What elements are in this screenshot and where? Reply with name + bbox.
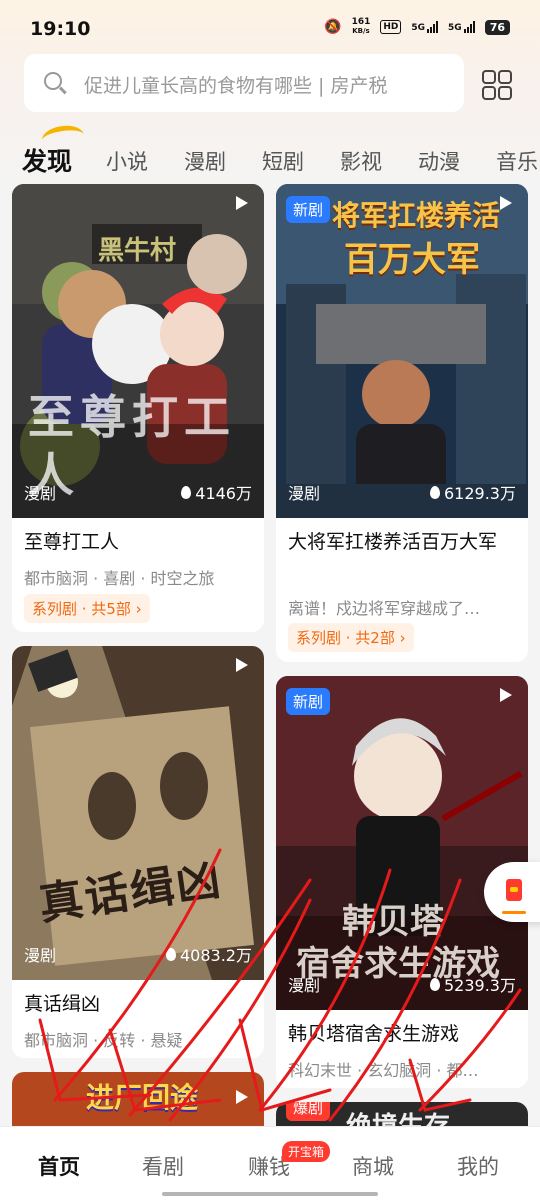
thumbnail-title-text: 进厂回途 — [86, 1081, 199, 1114]
tab-anime[interactable]: 动漫 — [418, 146, 460, 176]
view-count-value: 4083.2万 — [180, 946, 252, 965]
series-badge[interactable]: 系列剧 · 共5部 › — [24, 594, 150, 623]
thumbnail-title-line2: 百万大军 — [344, 240, 480, 280]
card-title: 大将军扛楼养活百万大军 — [288, 531, 498, 553]
new-badge: 新剧 — [286, 196, 331, 223]
card-title: 至尊打工人 — [24, 531, 120, 553]
tab-music[interactable]: 音乐 — [496, 146, 538, 176]
flame-icon — [430, 977, 440, 991]
view-count: 5239.3万 — [430, 972, 516, 996]
signal-icon-2: 5G — [448, 21, 475, 33]
floating-red-envelope-button[interactable] — [484, 862, 540, 922]
view-count: 4146万 — [181, 480, 252, 504]
status-bar: 19:10 🔕 161 KB/s HD 5G 5G 76 — [0, 0, 540, 56]
card-tags: 科幻末世 · 玄幻脑洞 · 都… — [288, 1061, 479, 1080]
thumbnail-title-line1: 将军扛楼养活 — [332, 199, 501, 232]
view-count-value: 6129.3万 — [444, 484, 516, 503]
flame-icon — [430, 485, 440, 499]
view-count-value: 5239.3万 — [444, 976, 516, 995]
status-icons: 🔕 161 KB/s HD 5G 5G 76 — [324, 18, 510, 36]
hd-icon: HD — [380, 20, 402, 34]
card-tags: 都市脑洞 · 喜剧 · 时空之旅 — [24, 569, 215, 588]
nav-me[interactable]: 我的 — [457, 1151, 499, 1181]
tab-novel[interactable]: 小说 — [106, 146, 148, 176]
progress-indicator — [502, 911, 526, 914]
play-icon — [500, 196, 512, 210]
type-label: 漫剧 — [24, 946, 57, 965]
type-label: 漫剧 — [288, 484, 321, 503]
red-envelope-icon — [506, 879, 522, 901]
nav-mall[interactable]: 商城 — [352, 1151, 394, 1181]
card-tags: 都市脑洞 · 反转 · 悬疑 — [24, 1031, 183, 1050]
drama-card[interactable]: 真话缉凶 漫剧 4083.2万 真话缉凶 都市脑洞 · 反转 · 悬疑 — [12, 646, 264, 1058]
network-speed-unit: KB/s — [352, 27, 370, 35]
bottom-navigation: 首页 看剧 赚钱 开宝箱 商城 我的 — [0, 1126, 540, 1201]
battery-icon: 76 — [484, 19, 510, 35]
view-count-value: 4146万 — [195, 484, 252, 503]
home-indicator[interactable] — [162, 1192, 378, 1196]
play-icon — [236, 658, 248, 672]
clock: 19:10 — [30, 18, 91, 40]
signal-2-label: 5G — [448, 23, 462, 33]
tab-discover[interactable]: 发现 — [22, 142, 72, 178]
new-badge: 新剧 — [286, 688, 331, 715]
search-box[interactable]: 促进儿童长高的食物有哪些 | 房产税 — [24, 54, 464, 112]
card-title: 韩贝塔宿舍求生游戏 — [288, 1023, 460, 1045]
play-icon — [236, 196, 248, 210]
card-thumbnail: 黑牛村 至尊打工人 漫剧 4146万 — [12, 184, 264, 518]
thumbnail-sign-text: 黑牛村 — [98, 236, 177, 266]
drama-card[interactable]: 将军扛楼养活 百万大军 新剧 漫剧 6129.3万 大将军扛楼养活百万大军 离谱… — [276, 184, 528, 662]
signal-1-label: 5G — [411, 23, 426, 33]
flame-icon — [181, 485, 192, 499]
nav-watch[interactable]: 看剧 — [142, 1151, 184, 1181]
card-thumbnail: 将军扛楼养活 百万大军 新剧 漫剧 6129.3万 — [276, 184, 528, 518]
search-placeholder: 促进儿童长高的食物有哪些 | 房产税 — [84, 75, 388, 97]
signal-icon-1: 5G — [411, 21, 439, 33]
drama-card[interactable]: 黑牛村 至尊打工人 漫剧 4146万 至尊打工人 都市脑洞 · 喜剧 · 时空之… — [12, 184, 264, 632]
tab-short-drama[interactable]: 短剧 — [262, 146, 304, 176]
category-tabs: 发现 小说 漫剧 短剧 影视 动漫 音乐 — [0, 134, 540, 184]
mute-icon: 🔕 — [324, 19, 342, 35]
type-label: 漫剧 — [288, 976, 321, 995]
play-icon — [500, 688, 512, 702]
card-title: 真话缉凶 — [24, 993, 101, 1015]
tab-comic-drama[interactable]: 漫剧 — [184, 146, 226, 176]
network-speed-value: 161 — [351, 17, 371, 27]
type-label: 漫剧 — [24, 484, 57, 503]
tab-film[interactable]: 影视 — [340, 146, 382, 176]
card-thumbnail: 韩贝塔 宿舍求生游戏 新剧 漫剧 5239.3万 — [276, 676, 528, 1010]
grid-menu-icon[interactable] — [482, 70, 512, 100]
search-icon — [44, 72, 62, 90]
nav-home[interactable]: 首页 — [38, 1151, 80, 1181]
card-tags: 离谱！戍边将军穿越成了… — [288, 599, 481, 618]
view-count: 6129.3万 — [430, 480, 516, 504]
view-count: 4083.2万 — [166, 942, 252, 966]
network-speed: 161 KB/s — [352, 18, 371, 36]
treasure-chest-badge: 开宝箱 — [282, 1141, 331, 1162]
flame-icon — [166, 947, 176, 961]
play-icon — [236, 1090, 248, 1104]
hot-badge: 爆剧 — [286, 1102, 331, 1121]
card-thumbnail: 真话缉凶 漫剧 4083.2万 — [12, 646, 264, 980]
series-badge[interactable]: 系列剧 · 共2部 › — [288, 623, 414, 652]
